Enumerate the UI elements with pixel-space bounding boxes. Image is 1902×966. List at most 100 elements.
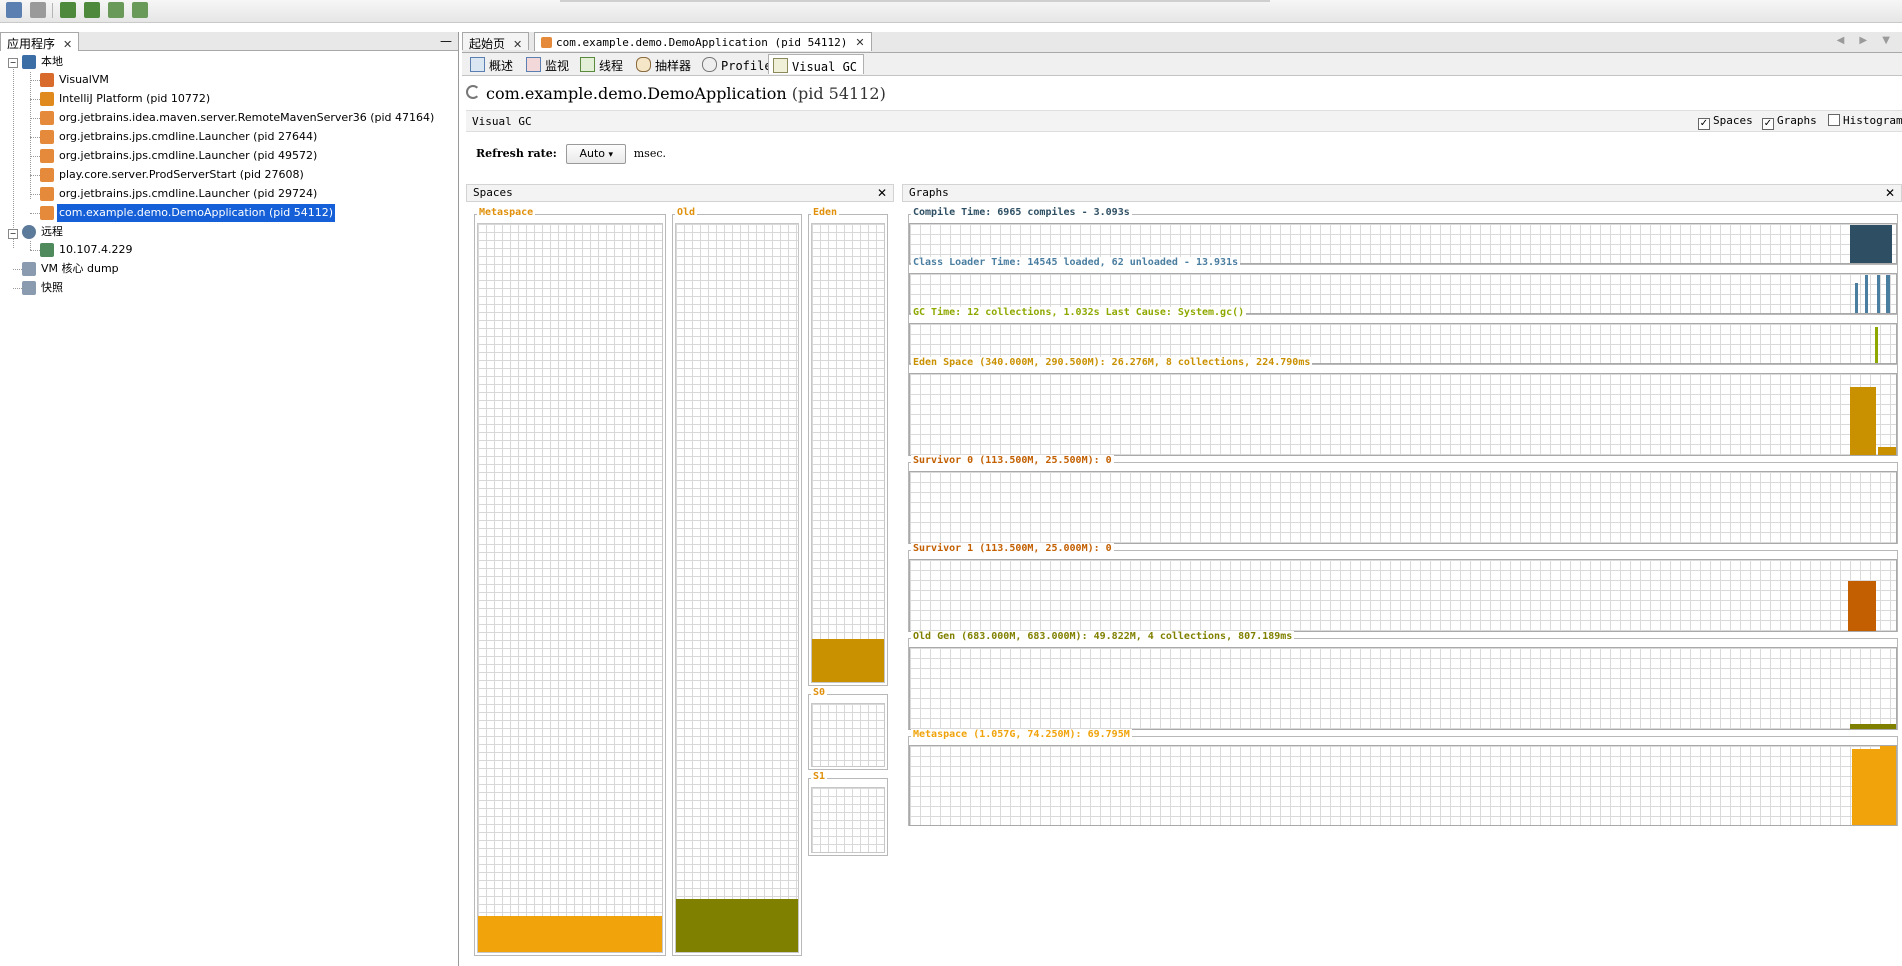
graphs-checkbox[interactable]: ✓ Graphs — [1762, 114, 1817, 130]
subtab-label: 监视 — [545, 59, 570, 73]
tree-item-remote-host[interactable]: 10.107.4.229 — [40, 241, 134, 259]
subtab-monitor[interactable]: 监视 — [522, 54, 575, 74]
visualgc-icon — [773, 58, 788, 73]
tree-item-intellij[interactable]: IntelliJ Platform (pid 10772) — [40, 90, 212, 108]
metaspace-graph: Metaspace (1.057G, 74.250M): 69.795M — [908, 729, 1898, 826]
intellij-icon — [40, 92, 54, 106]
tab-applications[interactable]: 应用程序 ✕ — [0, 32, 80, 51]
tree-item-visualvm[interactable]: VisualVM — [40, 71, 111, 89]
remote-host-icon — [40, 243, 54, 257]
subtab-sampler[interactable]: 抽样器 — [632, 54, 697, 74]
java-icon — [40, 130, 54, 144]
tree-item-demo-application[interactable]: com.example.demo.DemoApplication (pid 54… — [40, 204, 336, 222]
graph-bar — [1850, 724, 1896, 729]
tab-demo-application[interactable]: com.example.demo.DemoApplication (pid 54… — [534, 32, 872, 51]
java-icon — [40, 168, 54, 182]
eden-space-graph: Eden Space (340.000M, 290.500M): 26.276M… — [908, 357, 1898, 456]
tree-node-local[interactable]: 本地 — [22, 53, 65, 71]
close-icon[interactable]: ✕ — [855, 36, 864, 49]
tree-item-label: org.jetbrains.jps.cmdline.Launcher (pid … — [59, 130, 318, 143]
load-snapshot-icon[interactable] — [132, 2, 148, 18]
app-name: com.example.demo.DemoApplication — [486, 84, 787, 103]
subtab-threads[interactable]: 线程 — [576, 54, 629, 74]
refresh-rate-select[interactable]: Auto ▾ — [566, 144, 627, 164]
old-label: Old — [675, 207, 698, 218]
tree-item-label: org.jetbrains.jps.cmdline.Launcher (pid … — [59, 149, 318, 162]
add-coredump-icon[interactable] — [108, 2, 124, 18]
add-jmx-icon[interactable] — [60, 2, 76, 18]
refresh-rate-label: Refresh rate: — [476, 147, 557, 160]
application-view: 起始页 ✕ com.example.demo.DemoApplication (p… — [462, 32, 1902, 966]
graph-bar — [1875, 327, 1878, 363]
tree-node-remote[interactable]: 远程 — [22, 223, 65, 241]
refresh-rate-unit: msec. — [633, 147, 666, 160]
checkbox-box: ✓ — [1698, 118, 1710, 130]
tree-node-label: VM 核心 dump — [41, 262, 119, 275]
tree-node-coredump[interactable]: VM 核心 dump — [22, 260, 121, 278]
spaces-checkbox[interactable]: ✓ Spaces — [1698, 114, 1753, 130]
visual-gc-label: Visual GC — [472, 115, 532, 128]
graphs-title-bar: Graphs ✕ — [902, 184, 1902, 202]
local-expander[interactable]: − — [8, 58, 18, 68]
graph-label: Survivor 0 (113.500M, 25.500M): 0 — [911, 455, 1114, 466]
tree-node-label: 快照 — [41, 281, 63, 294]
close-icon[interactable]: ✕ — [63, 38, 72, 51]
tree-item-launcher-49572[interactable]: org.jetbrains.jps.cmdline.Launcher (pid … — [40, 147, 319, 165]
java-icon — [40, 149, 54, 163]
remote-expander[interactable]: − — [8, 229, 18, 239]
subtab-visual-gc[interactable]: Visual GC — [768, 54, 865, 74]
refresh-rate-row: Refresh rate: Auto ▾ msec. — [476, 144, 666, 164]
save-icon[interactable] — [30, 2, 46, 18]
view-subtabs: 概述 监视 线程 抽样器 Profiler Visual GC — [462, 53, 1902, 76]
tree-item-maven-server[interactable]: org.jetbrains.idea.maven.server.RemoteMa… — [40, 109, 436, 127]
minimize-icon[interactable]: — — [440, 34, 452, 48]
applications-panel: 应用程序 ✕ — − 本地 VisualVM IntelliJ Platform … — [0, 32, 459, 966]
tab-start-page[interactable]: 起始页 ✕ — [462, 32, 530, 51]
spaces-title-bar: Spaces ✕ — [466, 184, 894, 202]
subtab-label: 线程 — [599, 59, 624, 73]
eden-label: Eden — [811, 207, 840, 218]
tree-item-launcher-27644[interactable]: org.jetbrains.jps.cmdline.Launcher (pid … — [40, 128, 319, 146]
page-title: com.example.demo.DemoApplication (pid 54… — [466, 84, 886, 103]
toolbar-scrollbar — [560, 0, 1270, 2]
tree-node-snapshots[interactable]: 快照 — [22, 279, 65, 297]
tree-item-label: org.jetbrains.idea.maven.server.RemoteMa… — [59, 111, 435, 124]
loading-spinner-icon — [466, 85, 480, 99]
graph-label: Compile Time: 6965 compiles - 3.093s — [911, 207, 1132, 218]
histogram-checkbox[interactable]: Histogram — [1828, 114, 1902, 127]
open-snapshot-icon[interactable] — [6, 2, 22, 18]
add-remote-host-icon[interactable] — [84, 2, 100, 18]
close-icon[interactable]: ✕ — [1885, 185, 1895, 201]
tree-item-launcher-29724[interactable]: org.jetbrains.jps.cmdline.Launcher (pid … — [40, 185, 319, 203]
s1-space: S1 — [808, 771, 888, 856]
graph-label: Old Gen (683.000M, 683.000M): 49.822M, 4… — [911, 631, 1295, 642]
graphs-panel: Graphs ✕ Compile Time: 6965 compiles - 3… — [902, 184, 1902, 966]
graph-label: Metaspace (1.057G, 74.250M): 69.795M — [911, 729, 1132, 740]
graph-bar — [1886, 275, 1890, 313]
tree-line — [30, 118, 40, 119]
subtab-overview[interactable]: 概述 — [466, 54, 519, 74]
survivor-1-graph: Survivor 1 (113.500M, 25.000M): 0 — [908, 543, 1898, 632]
close-icon[interactable]: ✕ — [877, 185, 887, 201]
graph-bar — [1880, 746, 1896, 825]
tab-navigation[interactable]: ◀ ▶ ▼ — [1837, 35, 1896, 46]
threads-icon — [580, 57, 595, 72]
eden-space: Eden — [808, 207, 888, 686]
close-icon[interactable]: ✕ — [513, 38, 522, 51]
network-icon — [22, 225, 36, 239]
metaspace-grid — [477, 223, 663, 953]
checkbox-label: Histogram — [1843, 114, 1902, 127]
tree-node-label: 本地 — [41, 55, 63, 68]
tree-line — [13, 269, 22, 270]
visual-gc-header: Visual GC ✓ Spaces ✓ Graphs Histogram — [466, 110, 1902, 132]
old-gen-graph: Old Gen (683.000M, 683.000M): 49.822M, 4… — [908, 631, 1898, 730]
tree-item-prod-server[interactable]: play.core.server.ProdServerStart (pid 27… — [40, 166, 306, 184]
tab-demo-application-label: com.example.demo.DemoApplication (pid 54… — [556, 36, 848, 49]
s1-label: S1 — [811, 771, 828, 782]
graph-label: GC Time: 12 collections, 1.032s Last Cau… — [911, 307, 1247, 318]
tree-item-label: org.jetbrains.jps.cmdline.Launcher (pid … — [59, 187, 318, 200]
monitor-icon — [526, 57, 541, 72]
graph-plot — [909, 373, 1897, 456]
app-pid: (pid 54112) — [791, 84, 886, 103]
coredump-icon — [22, 262, 36, 276]
